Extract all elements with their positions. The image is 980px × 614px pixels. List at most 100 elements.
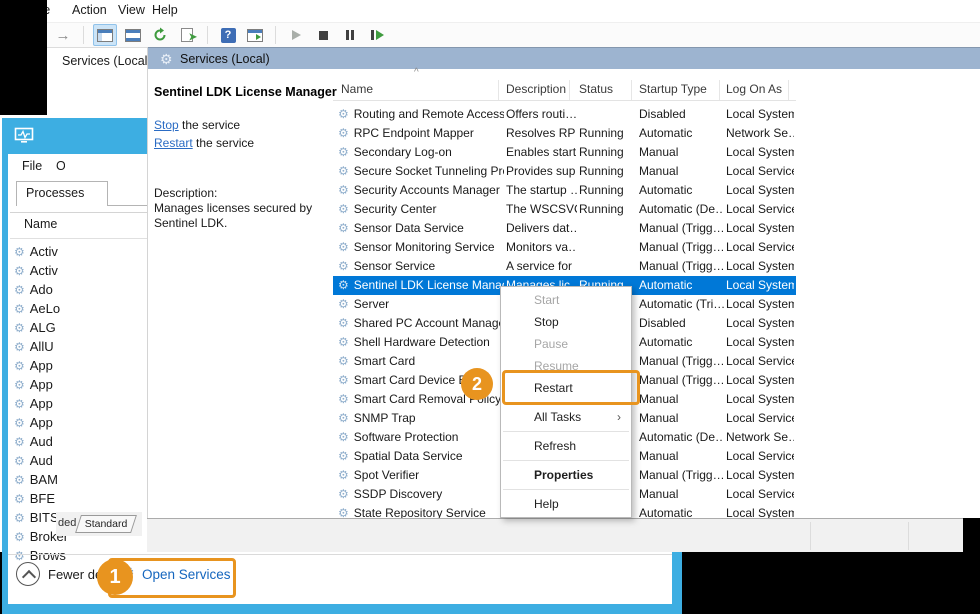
service-row[interactable]: ⚙Sensor Monitoring ServiceMonitors va…Ma…: [333, 238, 796, 257]
service-gear-icon: ⚙: [338, 221, 349, 235]
service-gear-icon: ⚙: [338, 202, 349, 216]
submenu-arrow-icon: ›: [617, 406, 621, 428]
context-menu-item-properties[interactable]: Properties: [501, 464, 631, 486]
services-menubar: File Action View Help: [0, 0, 980, 23]
show-console-tree-button[interactable]: [93, 24, 117, 46]
service-gear-icon: ⚙: [338, 145, 349, 159]
restart-service-button[interactable]: [366, 25, 388, 45]
pause-service-button[interactable]: [339, 25, 361, 45]
tm-menu-options-clipped[interactable]: O: [56, 159, 65, 175]
service-gear-icon: ⚙: [338, 126, 349, 140]
refresh-button[interactable]: [149, 25, 171, 45]
service-gear-icon: ⚙: [338, 335, 349, 349]
tm-tab-processes[interactable]: Processes: [16, 181, 108, 206]
service-gear-icon: ⚙: [338, 183, 349, 197]
menu-action[interactable]: Action: [72, 3, 107, 17]
start-service-icon: [292, 30, 301, 40]
context-menu-item-all-tasks[interactable]: All Tasks›: [501, 406, 631, 428]
service-gear-icon: ⚙: [14, 283, 25, 297]
export-list-icon: ➤: [181, 28, 193, 42]
service-row[interactable]: ⚙Secondary Log-onEnables start…RunningMa…: [333, 143, 796, 162]
task-manager-icon: [14, 127, 34, 144]
services-header-label: Services (Local): [180, 52, 270, 66]
toolbar-separator: [207, 26, 208, 44]
tm-menu-file[interactable]: File: [22, 159, 42, 173]
selected-service-title: Sentinel LDK License Manager: [154, 85, 337, 99]
description-text: Manages licenses secured by Sentinel LDK…: [154, 201, 334, 231]
service-gear-icon: ⚙: [14, 359, 25, 373]
service-row[interactable]: ⚙Security CenterThe WSCSVC…RunningAutoma…: [333, 200, 796, 219]
console-tree-icon: [97, 29, 113, 42]
restart-service-icon: [371, 30, 384, 40]
restart-highlight-box: [502, 370, 640, 405]
context-menu-item-refresh[interactable]: Refresh: [501, 435, 631, 457]
service-row[interactable]: ⚙Secure Socket Tunneling Pro…Provides su…: [333, 162, 796, 181]
start-service-button[interactable]: [285, 25, 307, 45]
stop-service-link[interactable]: Stop: [154, 118, 179, 132]
service-gear-icon: ⚙: [14, 454, 25, 468]
service-gear-icon: ⚙: [338, 259, 349, 273]
tab-standard[interactable]: Standard: [75, 515, 137, 533]
table-column-headers: Name Description Status Startup Type Log…: [333, 80, 796, 101]
service-gear-icon: ⚙: [14, 302, 25, 316]
service-row[interactable]: ⚙Sensor Data ServiceDelivers dat…Manual …: [333, 219, 796, 238]
forward-icon: →: [56, 27, 71, 44]
service-row[interactable]: ⚙Sensor ServiceA service for …Manual (Tr…: [333, 257, 796, 276]
services-toolbar: → ➤ ?: [0, 23, 980, 48]
fewer-details-chevron-icon[interactable]: [16, 562, 40, 586]
restart-service-link[interactable]: Restart: [154, 136, 193, 150]
description-label: Description:: [154, 186, 217, 200]
toolbar-separator: [275, 26, 276, 44]
show-action-pane-button[interactable]: [244, 25, 266, 45]
action-pane-icon: [247, 29, 263, 42]
export-list-button[interactable]: ➤: [176, 25, 198, 45]
service-gear-icon: ⚙: [14, 492, 25, 506]
context-menu-item-stop[interactable]: Stop: [501, 311, 631, 333]
service-row[interactable]: ⚙RPC Endpoint MapperResolves RP…RunningA…: [333, 124, 796, 143]
menu-separator: [503, 431, 629, 432]
service-row[interactable]: ⚙Security Accounts ManagerThe startup …R…: [333, 181, 796, 200]
stop-service-button[interactable]: [312, 25, 334, 45]
service-gear-icon: ⚙: [338, 506, 349, 518]
toolbar-separator: [83, 26, 84, 44]
column-header-log-on-as[interactable]: Log On As: [726, 82, 782, 96]
menu-separator: [503, 460, 629, 461]
service-gear-icon: ⚙: [14, 378, 25, 392]
menu-help[interactable]: Help: [152, 3, 178, 17]
service-gear-icon: ⚙: [14, 435, 25, 449]
service-gear-icon: ⚙: [338, 468, 349, 482]
properties-button[interactable]: [122, 25, 144, 45]
service-row[interactable]: ⚙Routing and Remote AccessOffers routi…D…: [333, 105, 796, 124]
service-gear-icon: ⚙: [14, 511, 25, 525]
step-2-badge: 2: [461, 368, 493, 400]
column-header-status[interactable]: Status: [579, 82, 613, 96]
column-header-startup-type[interactable]: Startup Type: [639, 82, 707, 96]
menu-separator: [503, 489, 629, 490]
service-gear-icon: ⚙: [14, 530, 25, 544]
service-gear-icon: ⚙: [14, 321, 25, 335]
black-patch-bottom-right: [683, 552, 980, 614]
service-gear-icon: ⚙: [14, 549, 25, 563]
service-gear-icon: ⚙: [338, 316, 349, 330]
context-menu-item-start[interactable]: Start: [501, 289, 631, 311]
forward-button[interactable]: →: [52, 25, 74, 45]
tree-item-services-local[interactable]: Services (Local): [62, 54, 152, 68]
context-menu-item-help[interactable]: Help: [501, 493, 631, 515]
step-1-badge: 1: [97, 559, 133, 595]
tab-extended-fragment[interactable]: ded: [58, 517, 76, 529]
service-gear-icon: ⚙: [338, 487, 349, 501]
context-menu-item-pause[interactable]: Pause: [501, 333, 631, 355]
service-gear-icon: ⚙: [338, 449, 349, 463]
service-gear-icon: ⚙: [338, 373, 349, 387]
services-gear-icon: ⚙: [160, 51, 173, 68]
properties-icon: [125, 29, 141, 42]
service-gear-icon: ⚙: [338, 240, 349, 254]
menu-view[interactable]: View: [118, 3, 145, 17]
column-header-description[interactable]: Description: [506, 82, 566, 96]
service-gear-icon: ⚙: [338, 107, 349, 121]
column-header-name[interactable]: Name: [341, 82, 373, 96]
tm-column-header-name[interactable]: Name: [24, 217, 57, 231]
service-gear-icon: ⚙: [338, 430, 349, 444]
service-gear-icon: ⚙: [338, 164, 349, 178]
help-button[interactable]: ?: [217, 25, 239, 45]
